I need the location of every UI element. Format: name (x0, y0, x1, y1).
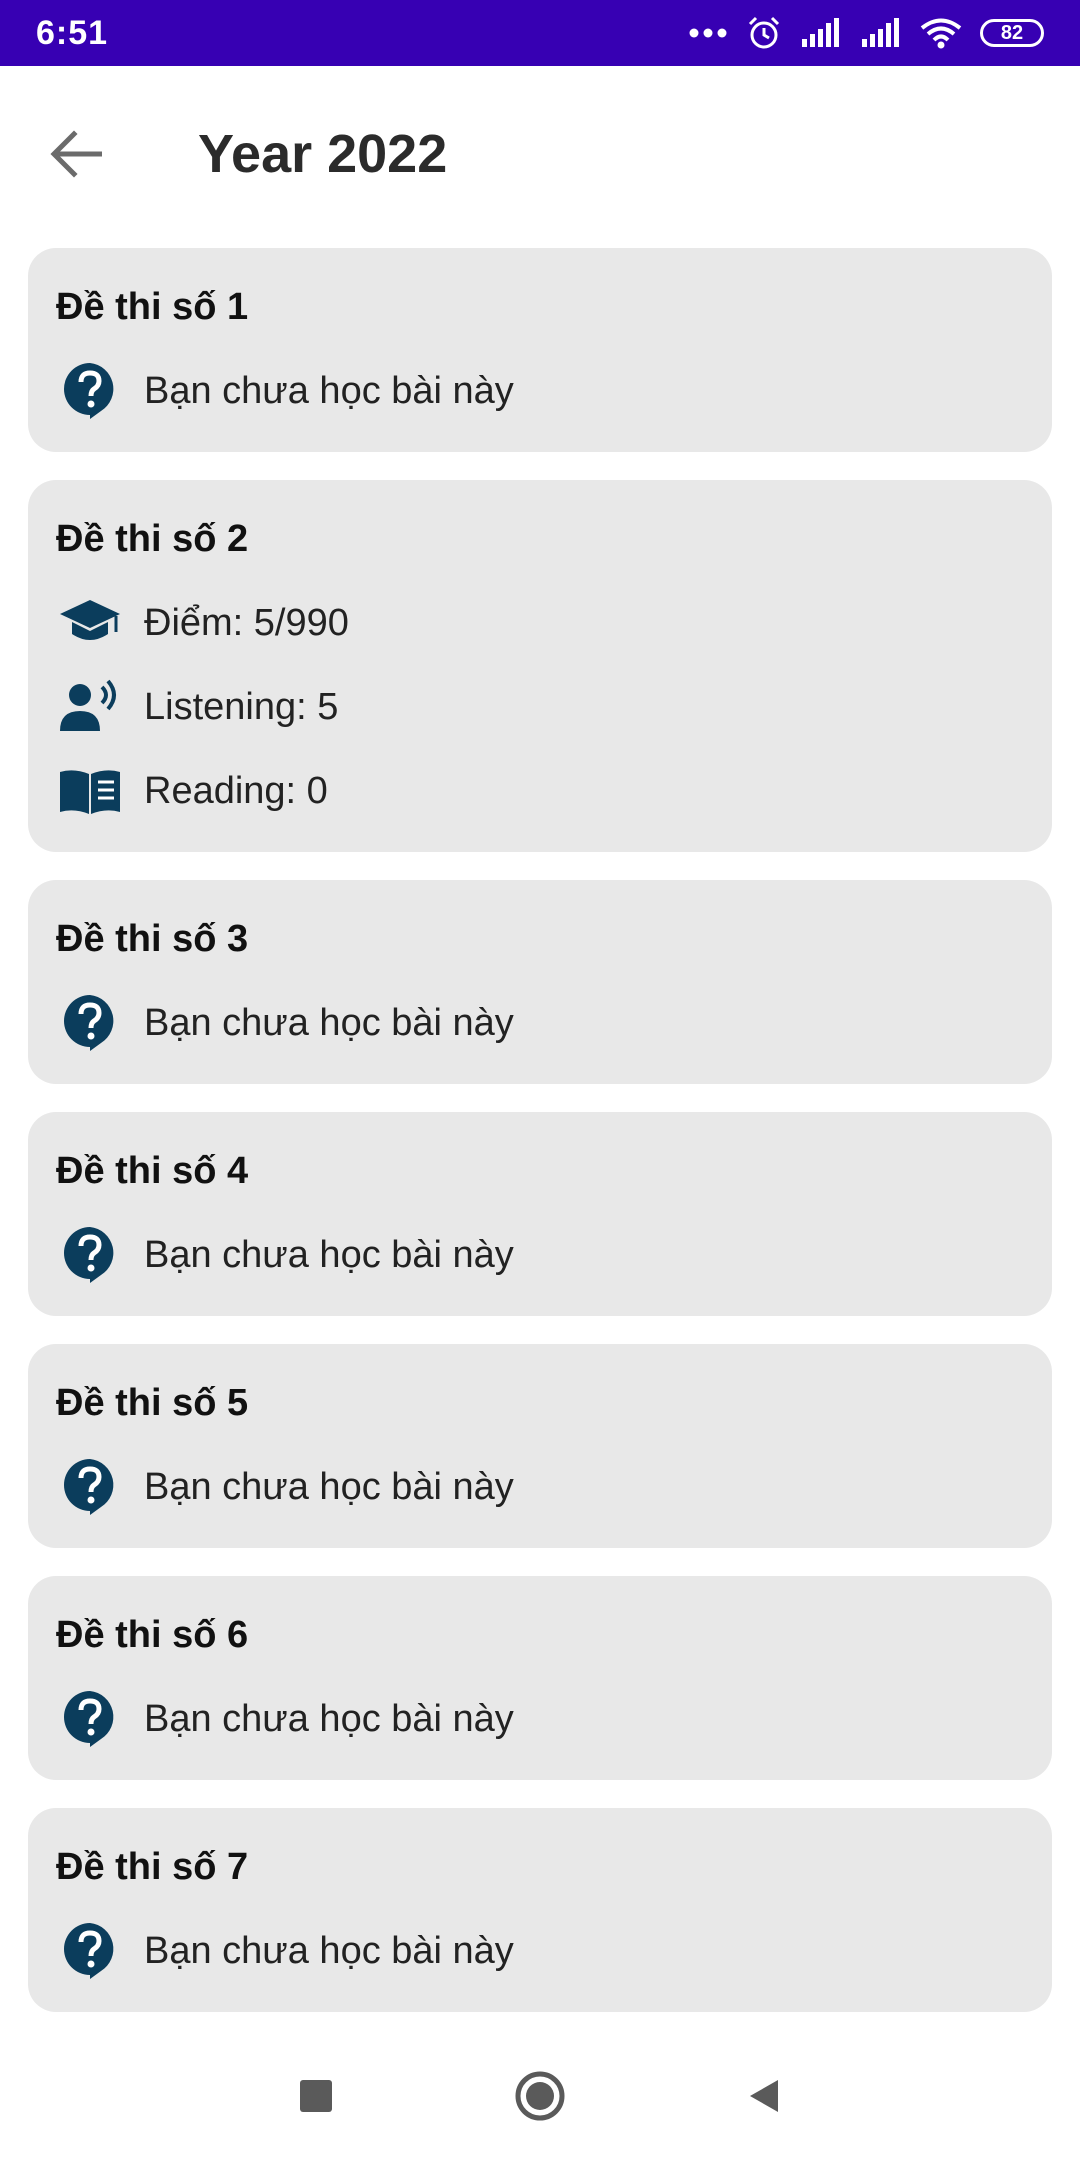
status-row: Bạn chưa học bài này (56, 995, 1024, 1051)
status-row: Bạn chưa học bài này (56, 1691, 1024, 1747)
nav-back-button[interactable] (734, 2066, 794, 2126)
graduation-cap-icon (58, 591, 122, 655)
status-icons: 82 (688, 15, 1044, 51)
status-text: Bạn chưa học bài này (144, 1697, 514, 1740)
help-bubble-icon (58, 1223, 122, 1287)
app-header: Year 2022 (0, 66, 1080, 252)
back-button[interactable] (36, 114, 116, 194)
test-title: Đề thi số 4 (56, 1150, 249, 1192)
wifi-icon (920, 18, 962, 49)
home-icon (515, 2071, 565, 2121)
test-card-4[interactable]: Đề thi số 4 Bạn chưa học bài này (28, 1112, 1052, 1316)
status-row: Bạn chưa học bài này (56, 363, 1024, 419)
test-title: Đề thi số 6 (56, 1614, 249, 1656)
reading-text: Reading: 0 (144, 769, 328, 812)
back-icon (750, 2080, 778, 2112)
reading-row: Reading: 0 (56, 764, 1024, 818)
signal-icon-2 (862, 18, 899, 47)
recents-icon (300, 2080, 332, 2112)
test-title: Đề thi số 5 (56, 1382, 249, 1424)
test-title: Đề thi số 1 (56, 286, 249, 328)
test-card-3[interactable]: Đề thi số 3 Bạn chưa học bài này (28, 880, 1052, 1084)
test-card-7[interactable]: Đề thi số 7 Bạn chưa học bài này (28, 1808, 1052, 2012)
signal-icon-1 (802, 18, 839, 47)
test-title: Đề thi số 3 (56, 918, 249, 960)
test-card-6[interactable]: Đề thi số 6 Bạn chưa học bài này (28, 1576, 1052, 1780)
test-title: Đề thi số 2 (56, 518, 249, 560)
status-time: 6:51 (36, 13, 109, 52)
help-bubble-icon (58, 1919, 122, 1983)
system-nav-bar (0, 2030, 1080, 2160)
score-text: Điểm: 5/990 (144, 601, 349, 644)
book-icon (58, 759, 122, 823)
home-button[interactable] (510, 2066, 570, 2126)
status-text: Bạn chưa học bài này (144, 1929, 514, 1972)
test-list: Đề thi số 1 Bạn chưa học bài này Đề thi … (28, 248, 1052, 2012)
help-bubble-icon (58, 359, 122, 423)
status-text: Bạn chưa học bài này (144, 1233, 514, 1276)
status-bar: 6:51 82 (0, 0, 1080, 66)
score-row: Điểm: 5/990 (56, 596, 1024, 650)
arrow-left-icon (50, 130, 102, 178)
help-bubble-icon (58, 1455, 122, 1519)
recents-button[interactable] (286, 2066, 346, 2126)
test-card-1[interactable]: Đề thi số 1 Bạn chưa học bài này (28, 248, 1052, 452)
status-row: Bạn chưa học bài này (56, 1923, 1024, 1979)
help-bubble-icon (58, 991, 122, 1055)
status-row: Bạn chưa học bài này (56, 1227, 1024, 1283)
test-card-5[interactable]: Đề thi số 5 Bạn chưa học bài này (28, 1344, 1052, 1548)
status-row: Bạn chưa học bài này (56, 1459, 1024, 1515)
more-dots-icon (689, 28, 727, 38)
speaker-person-icon (58, 675, 122, 739)
battery-indicator: 82 (980, 19, 1044, 47)
alarm-icon (748, 16, 780, 49)
page-title: Year 2022 (198, 124, 448, 184)
listening-text: Listening: 5 (144, 685, 339, 728)
listening-row: Listening: 5 (56, 679, 1024, 734)
test-title: Đề thi số 7 (56, 1846, 249, 1888)
help-bubble-icon (58, 1687, 122, 1751)
test-card-2[interactable]: Đề thi số 2 Điểm: 5/990 Listening: 5 Rea… (28, 480, 1052, 852)
status-text: Bạn chưa học bài này (144, 369, 514, 412)
status-text: Bạn chưa học bài này (144, 1465, 514, 1508)
status-text: Bạn chưa học bài này (144, 1001, 514, 1044)
